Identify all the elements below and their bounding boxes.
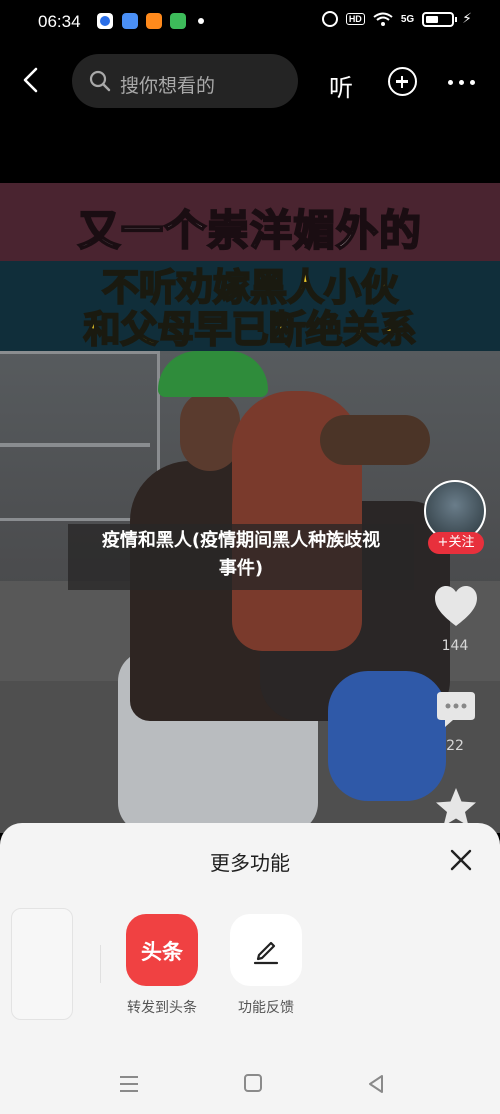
comment-count: 22 (446, 738, 464, 754)
alarm-icon (321, 11, 338, 27)
system-nav-bar (0, 1060, 500, 1106)
comment-icon[interactable] (435, 688, 477, 730)
close-icon[interactable] (448, 847, 474, 873)
video-title-line-2: 事件) (218, 558, 264, 579)
status-bar: 06:34 HD 5G ⚡ (0, 0, 500, 44)
video-title-line-1: 疫情和黑人(疫情期间黑人种族歧视 (101, 530, 381, 551)
wifi-icon (373, 12, 393, 26)
app-notification-icon (170, 13, 186, 29)
background-shelf-bar (0, 443, 150, 447)
home-button[interactable] (244, 1074, 262, 1092)
sheet-title: 更多功能 (210, 851, 290, 875)
more-notifications-dot (198, 18, 204, 24)
feedback-tile (230, 914, 302, 986)
follow-button[interactable]: +关注 (428, 532, 484, 554)
video-caption-line-1: 又一个崇洋媚外的 (77, 205, 422, 256)
video-caption-line-2a: 不听劝嫁黑人小伙 (101, 266, 399, 310)
divider (100, 945, 101, 983)
share-to-toutiao-label: 转发到头条 (127, 1000, 197, 1016)
edit-icon (253, 941, 279, 965)
app-notification-icon (146, 13, 162, 29)
signal-indicator: 5G (400, 13, 415, 25)
search-icon (89, 70, 111, 92)
status-indicators: HD 5G ⚡ (321, 11, 472, 27)
toutiao-logo-text: 头条 (141, 940, 183, 964)
app-notification-icon (122, 13, 138, 29)
like-count: 144 (441, 638, 469, 654)
video-caption-line-2b: 和父母早已断绝关系 (83, 308, 418, 352)
video-title: 疫情和黑人(疫情期间黑人种族歧视 事件) (68, 527, 414, 583)
feedback-button[interactable]: 功能反馈 (226, 914, 306, 1017)
more-options-button[interactable] (448, 80, 475, 85)
heart-icon[interactable] (433, 584, 479, 628)
baidu-notification-icon (97, 13, 113, 29)
share-preview-card (11, 908, 73, 1020)
back-button[interactable] (18, 66, 46, 94)
recent-apps-button[interactable] (120, 1076, 138, 1097)
system-back-button[interactable] (366, 1074, 386, 1094)
blue-bag (328, 671, 446, 801)
person-face (180, 391, 240, 471)
status-time: 06:34 (38, 12, 81, 31)
hd-badge: HD (345, 13, 365, 25)
top-nav: 搜你想看的 听 (0, 52, 500, 110)
battery-icon (422, 11, 458, 27)
video-caption-line-2: 不听劝嫁黑人小伙 和父母早已断绝关系 (0, 266, 500, 352)
charging-icon: ⚡ (462, 11, 472, 27)
toutiao-logo-icon: 头条 (126, 914, 198, 986)
video-frame (0, 351, 500, 833)
add-button[interactable] (388, 67, 417, 96)
person-cap (158, 351, 268, 397)
share-to-toutiao-button[interactable]: 头条 转发到头条 (122, 914, 202, 1017)
listen-button[interactable]: 听 (329, 68, 353, 103)
search-input[interactable]: 搜你想看的 (72, 54, 298, 108)
feedback-label: 功能反馈 (238, 1000, 294, 1016)
person-arm (320, 415, 430, 465)
search-placeholder: 搜你想看的 (120, 75, 216, 97)
